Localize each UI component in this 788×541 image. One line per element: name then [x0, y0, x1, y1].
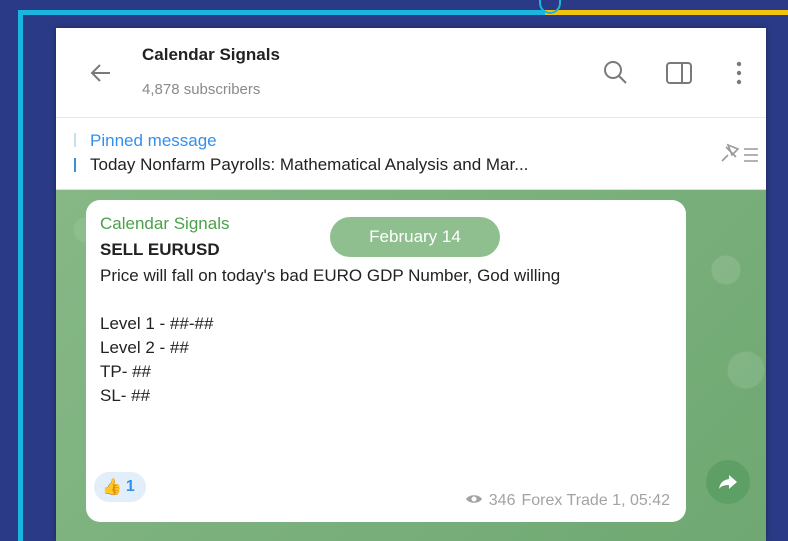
pinned-indicator [74, 133, 76, 147]
thumbs-up-icon: 👍 [102, 479, 122, 496]
pin-list-icon[interactable] [716, 139, 760, 169]
date-pill: February 14 [330, 217, 500, 257]
message-bubble[interactable]: Calendar Signals SELL EURUSD Price will … [86, 200, 686, 522]
sidebar-toggle-icon[interactable] [664, 58, 694, 88]
message-sender[interactable]: Calendar Signals [100, 214, 229, 234]
back-arrow-icon[interactable] [86, 58, 116, 88]
pinned-indicator-active [74, 158, 76, 172]
reaction-count: 1 [125, 478, 135, 495]
telegram-window: Calendar Signals 4,878 subscribers Pinne… [56, 28, 766, 541]
more-vertical-icon[interactable] [724, 58, 754, 88]
frame-accent-bar [545, 10, 788, 15]
search-icon[interactable] [601, 58, 631, 88]
subscriber-count: 4,878 subscribers [142, 81, 261, 98]
pinned-message-bar[interactable]: Pinned message Today Nonfarm Payrolls: M… [56, 119, 766, 190]
author-time: Forex Trade 1, 05:42 [521, 492, 670, 509]
view-count: 346 [488, 492, 516, 509]
chat-header: Calendar Signals 4,878 subscribers [56, 28, 766, 118]
pinned-title: Pinned message [90, 131, 217, 150]
reaction-chip[interactable]: 👍 1 [94, 472, 146, 502]
message-body: Price will fall on today's bad EURO GDP … [100, 266, 561, 405]
message-headline: SELL EURUSD [100, 240, 220, 259]
pinned-text: Today Nonfarm Payrolls: Mathematical Ana… [90, 155, 529, 174]
channel-title[interactable]: Calendar Signals [142, 45, 280, 65]
eye-icon [465, 492, 483, 510]
chat-area: Calendar Signals SELL EURUSD Price will … [56, 190, 766, 541]
message-meta: 346 Forex Trade 1, 05:42 [465, 492, 670, 510]
forward-share-icon[interactable] [706, 460, 750, 504]
